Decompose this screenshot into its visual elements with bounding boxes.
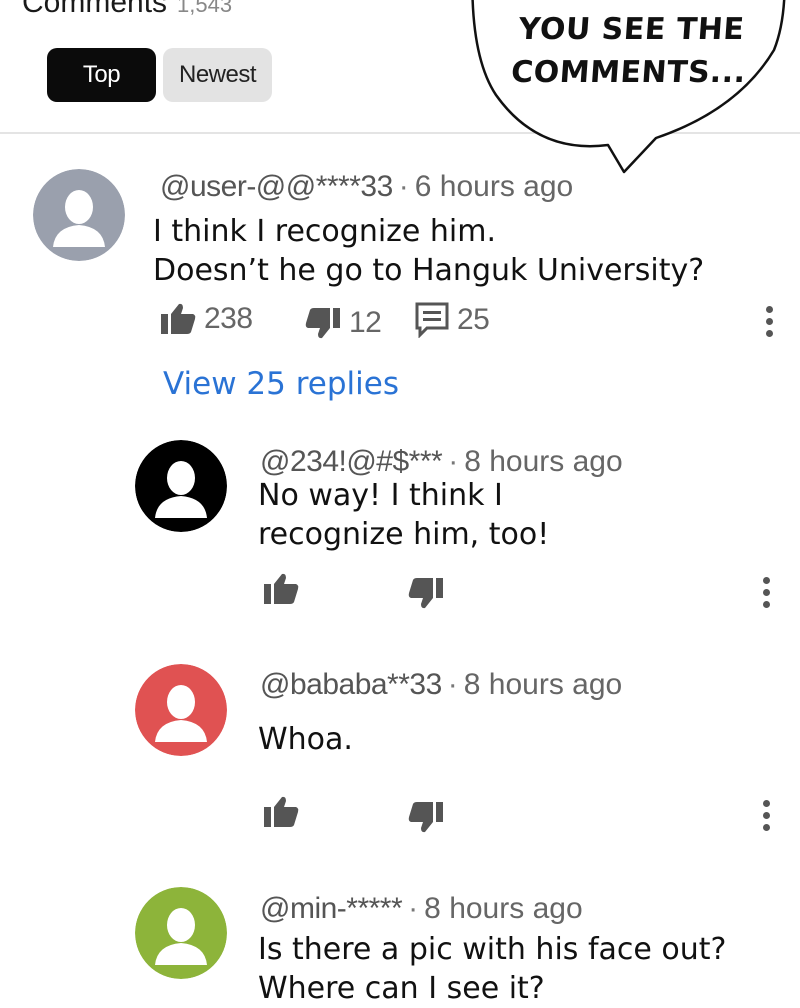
more-vertical-icon[interactable] bbox=[761, 577, 771, 608]
reply-text-line: Whoa. bbox=[258, 722, 353, 757]
comment-text: I think I recognize him. Doesn’t he go t… bbox=[153, 212, 704, 290]
reply-text: No way! I think I recognize him, too! bbox=[258, 476, 549, 554]
dislike-button[interactable] bbox=[408, 800, 444, 834]
speech-bubble-line: YOU SEE THE bbox=[517, 12, 746, 47]
avatar[interactable] bbox=[135, 887, 227, 979]
thumbs-up-icon bbox=[263, 795, 299, 829]
reply-meta: @234!@#$*** · 8 hours ago bbox=[260, 445, 623, 479]
thumbs-down-icon bbox=[305, 306, 341, 340]
avatar[interactable] bbox=[33, 169, 125, 261]
reply-time: 8 hours ago bbox=[424, 892, 583, 925]
speech-bubble-text: YOU SEE THE COMMENTS... bbox=[502, 8, 758, 94]
comment-icon bbox=[415, 302, 449, 338]
avatar[interactable] bbox=[135, 440, 227, 532]
dislike-button[interactable] bbox=[408, 576, 444, 610]
meta-separator: · bbox=[398, 170, 409, 203]
more-vertical-icon[interactable] bbox=[761, 800, 771, 831]
reply-meta: @bababa**33 · 8 hours ago bbox=[260, 668, 622, 702]
thumbs-down-icon bbox=[408, 576, 444, 610]
reply-time: 8 hours ago bbox=[463, 668, 623, 701]
like-button[interactable] bbox=[263, 572, 299, 606]
reply-text-line: No way! I think I bbox=[258, 478, 503, 513]
filter-top-chip[interactable]: Top bbox=[47, 48, 156, 102]
view-replies-link[interactable]: View 25 replies bbox=[163, 366, 399, 402]
reply-author[interactable]: @min-***** bbox=[260, 892, 403, 925]
comments-header: Comments 1,543 bbox=[22, 0, 232, 20]
comments-count: 1,543 bbox=[177, 0, 233, 17]
dislike-count: 12 bbox=[349, 306, 382, 339]
comments-title: Comments bbox=[22, 0, 168, 19]
reply-time: 8 hours ago bbox=[464, 445, 623, 478]
reply-count: 25 bbox=[457, 303, 490, 336]
reply-author[interactable]: @bababa**33 bbox=[260, 668, 442, 701]
more-vertical-icon[interactable] bbox=[764, 306, 774, 337]
reply-text: Is there a pic with his face out? Where … bbox=[258, 930, 726, 1008]
reply-author[interactable]: @234!@#$*** bbox=[260, 445, 443, 478]
dislike-button[interactable]: 12 bbox=[305, 306, 382, 340]
thumbs-up-icon bbox=[263, 572, 299, 606]
comment-text-line: I think I recognize him. bbox=[153, 214, 497, 249]
comment-text-line: Doesn’t he go to Hanguk University? bbox=[153, 253, 705, 288]
comment-author[interactable]: @user-@@****33 bbox=[160, 170, 393, 203]
like-button[interactable]: 238 bbox=[160, 302, 253, 336]
thumbs-up-icon bbox=[160, 302, 196, 336]
reply-meta: @min-***** · 8 hours ago bbox=[260, 892, 583, 926]
reply-text-line: Where can I see it? bbox=[258, 971, 545, 1006]
reply-text-line: Is there a pic with his face out? bbox=[258, 932, 727, 967]
reply-text-line: recognize him, too! bbox=[258, 517, 550, 552]
like-button[interactable] bbox=[263, 795, 299, 829]
meta-separator: · bbox=[408, 892, 419, 925]
thumbs-down-icon bbox=[408, 800, 444, 834]
meta-separator: · bbox=[448, 445, 459, 478]
filter-newest-chip[interactable]: Newest bbox=[163, 48, 272, 102]
reply-text: Whoa. bbox=[258, 720, 353, 759]
speech-bubble-line: COMMENTS... bbox=[509, 55, 748, 90]
meta-separator: · bbox=[447, 668, 458, 701]
avatar[interactable] bbox=[135, 664, 227, 756]
reply-button[interactable]: 25 bbox=[415, 302, 490, 338]
like-count: 238 bbox=[204, 302, 253, 335]
